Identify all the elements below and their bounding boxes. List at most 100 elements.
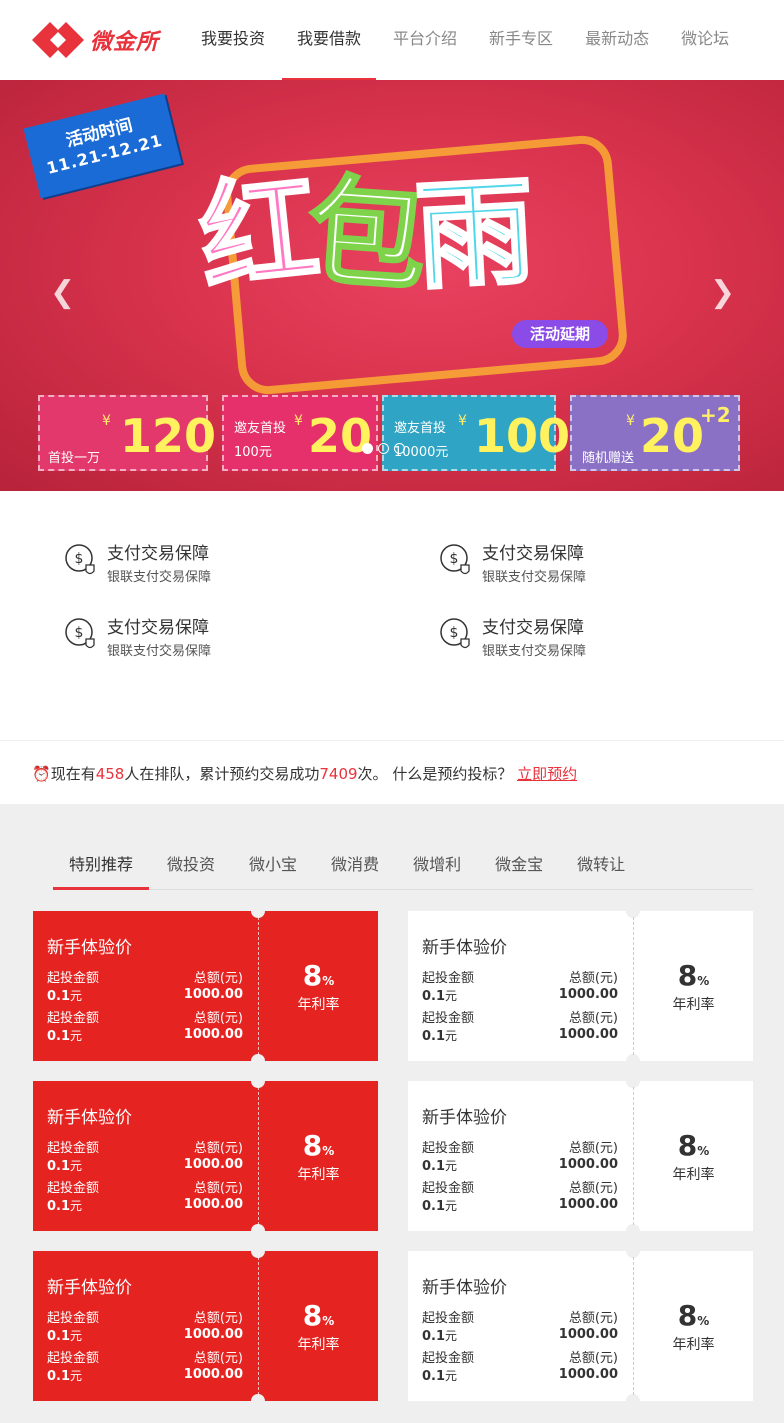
tab-micro-consume[interactable]: 微消费 xyxy=(315,842,395,890)
min-amount-value: 0.1 xyxy=(47,1369,71,1384)
product-card[interactable]: 新手体验价 起投金额 总额(元) 0.1元 1000.00 起投金额 总额(元) 0.1元 10… xyxy=(408,1244,753,1408)
carousel-dot-1[interactable] xyxy=(362,443,373,454)
rate-unit: % xyxy=(322,1144,335,1158)
coupon-2: 邀友首投 100元 ¥ 20 xyxy=(222,395,378,471)
total-label: 总额(元) xyxy=(193,1181,243,1196)
rate-value: 8 xyxy=(302,1299,323,1332)
annual-rate: 8% 年利率 xyxy=(259,1299,378,1354)
nav-platform[interactable]: 平台介绍 xyxy=(378,0,472,80)
tab-micro-transfer[interactable]: 微转让 xyxy=(561,842,641,890)
rate-unit: % xyxy=(322,974,335,988)
rate-unit: % xyxy=(322,1314,335,1328)
product-row: 起投金额 总额(元) xyxy=(422,1137,618,1156)
rate-value: 8 xyxy=(302,1129,323,1162)
product-row: 起投金额 总额(元) xyxy=(422,1347,618,1366)
total-label: 总额(元) xyxy=(568,1351,618,1366)
min-amount-unit: 元 xyxy=(70,989,83,1003)
product-card[interactable]: 新手体验价 起投金额 总额(元) 0.1元 1000.00 起投金额 总额(元) 0.1元 10… xyxy=(33,1074,378,1238)
rate-label: 年利率 xyxy=(297,1337,340,1353)
min-amount-value: 0.1 xyxy=(47,1029,71,1044)
nav-news[interactable]: 最新动态 xyxy=(570,0,664,80)
total-value: 1000.00 xyxy=(183,987,243,1002)
notice-text-2: 人在排队，累计预约交易成功 xyxy=(124,765,320,783)
product-row: 起投金额 总额(元) xyxy=(47,967,243,986)
total-label: 总额(元) xyxy=(193,971,243,986)
min-amount-value: 0.1 xyxy=(422,1029,446,1044)
site-logo[interactable]: 微金所 xyxy=(32,22,159,58)
total-label: 总额(元) xyxy=(568,1141,618,1156)
yen-symbol: ¥ xyxy=(626,413,635,429)
features-section: $ 支付交易保障 银联支付交易保障 $ 支付交易保障 银联支付交易保障 $ 支付… xyxy=(0,491,784,740)
dollar-shield-icon: $ xyxy=(65,544,95,575)
nav-invest[interactable]: 我要投资 xyxy=(186,0,280,80)
nav-newbie[interactable]: 新手专区 xyxy=(474,0,568,80)
product-row: 起投金额 总额(元) xyxy=(422,1007,618,1026)
rate-label: 年利率 xyxy=(297,1167,340,1183)
min-amount-unit: 元 xyxy=(70,1159,83,1173)
coupon-1: 首投一万 ¥ 120 xyxy=(38,395,216,471)
annual-rate: 8% 年利率 xyxy=(259,1129,378,1184)
tab-micro-increase[interactable]: 微增利 xyxy=(397,842,477,890)
product-card[interactable]: 新手体验价 起投金额 总额(元) 0.1元 1000.00 起投金额 总额(元) 0.1元 10… xyxy=(33,1244,378,1408)
product-row: 起投金额 总额(元) xyxy=(47,1177,243,1196)
min-amount-value: 0.1 xyxy=(422,1329,446,1344)
carousel-dot-2[interactable] xyxy=(378,443,389,454)
feature-item: $ 支付交易保障 银联支付交易保障 xyxy=(64,539,324,589)
total-label: 总额(元) xyxy=(193,1141,243,1156)
feature-title: 支付交易保障 xyxy=(107,544,209,564)
yen-symbol: ¥ xyxy=(458,413,467,429)
product-card[interactable]: 新手体验价 起投金额 总额(元) 0.1元 1000.00 起投金额 总额(元) 0.1元 10… xyxy=(408,904,753,1068)
banner-title: 红包雨 xyxy=(192,158,530,310)
activity-extended-tag: 活动延期 xyxy=(512,320,608,348)
product-row: 0.1元 1000.00 xyxy=(422,1367,618,1384)
product-row: 0.1元 1000.00 xyxy=(422,1327,618,1344)
coupon-label: 随机赠送 xyxy=(582,451,635,466)
svg-text:$: $ xyxy=(450,625,459,641)
product-row: 0.1元 1000.00 xyxy=(422,1027,618,1044)
min-amount-label: 起投金额 xyxy=(47,1351,100,1366)
min-amount-unit: 元 xyxy=(70,1029,83,1043)
nav-forum[interactable]: 微论坛 xyxy=(666,0,744,80)
product-card[interactable]: 新手体验价 起投金额 总额(元) 0.1元 1000.00 起投金额 总额(元) 0.1元 10… xyxy=(33,904,378,1068)
dollar-shield-icon: $ xyxy=(440,544,470,575)
card-notch xyxy=(251,1394,265,1408)
tab-micro-invest[interactable]: 微投资 xyxy=(151,842,231,890)
chevron-left-icon[interactable]: ❮ xyxy=(50,278,76,308)
carousel-dot-3[interactable] xyxy=(394,443,405,454)
coupon-4: 随机赠送 ¥ 20 +2 xyxy=(570,395,740,471)
coupon-label: 首投一万 xyxy=(48,451,101,466)
banner-title-char-1: 红 xyxy=(192,158,317,310)
tab-micro-gold[interactable]: 微金宝 xyxy=(479,842,559,890)
success-count: 7409 xyxy=(319,765,358,783)
promo-banner[interactable]: 活动时间 11.21-12.21 红包雨 活动延期 ❮ ❯ 首投一万 ¥ 120… xyxy=(0,80,784,491)
coupon-amount: 120 xyxy=(120,409,217,463)
total-value: 1000.00 xyxy=(558,1367,618,1382)
nav-borrow[interactable]: 我要借款 xyxy=(282,0,377,80)
svg-text:$: $ xyxy=(75,551,84,567)
tab-micro-treasure[interactable]: 微小宝 xyxy=(233,842,313,890)
product-title: 新手体验价 xyxy=(422,1278,507,1298)
main-nav: 我要投资 我要借款 平台介绍 新手专区 最新动态 微论坛 xyxy=(186,0,746,80)
min-amount-label: 起投金额 xyxy=(47,971,100,986)
coupon-amount: 100 xyxy=(474,409,571,463)
feature-subtitle: 银联支付交易保障 xyxy=(107,644,212,659)
feature-title: 支付交易保障 xyxy=(482,544,584,564)
total-label: 总额(元) xyxy=(193,1311,243,1326)
min-amount-value: 0.1 xyxy=(47,1199,71,1214)
card-notch xyxy=(626,1244,640,1258)
rate-label: 年利率 xyxy=(672,997,715,1013)
product-row: 0.1元 1000.00 xyxy=(47,1157,243,1174)
product-row: 起投金额 总额(元) xyxy=(47,1347,243,1366)
feature-subtitle: 银联支付交易保障 xyxy=(482,570,587,585)
reserve-now-link[interactable]: 立即预约 xyxy=(517,765,577,783)
product-card[interactable]: 新手体验价 起投金额 总额(元) 0.1元 1000.00 起投金额 总额(元) 0.1元 10… xyxy=(408,1074,753,1238)
chevron-right-icon[interactable]: ❯ xyxy=(710,278,736,308)
product-row: 起投金额 总额(元) xyxy=(422,1177,618,1196)
feature-title: 支付交易保障 xyxy=(107,618,209,638)
product-row: 0.1元 1000.00 xyxy=(47,1327,243,1344)
total-value: 1000.00 xyxy=(183,1027,243,1042)
min-amount-label: 起投金额 xyxy=(422,971,475,986)
total-value: 1000.00 xyxy=(183,1367,243,1382)
tab-recommended[interactable]: 特别推荐 xyxy=(53,842,150,890)
total-label: 总额(元) xyxy=(193,1011,243,1026)
